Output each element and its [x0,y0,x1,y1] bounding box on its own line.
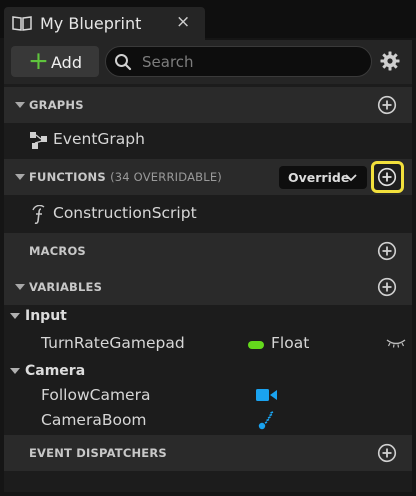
tab-my-blueprint[interactable]: My Blueprint × [4,7,205,40]
tab-bar: My Blueprint × [0,0,416,40]
category-input[interactable]: Input [4,305,412,329]
variable-followcamera[interactable]: FollowCamera [4,383,412,408]
camera-component-icon [256,389,277,401]
section-functions[interactable]: FUNCTIONS (34 OVERRIDABLE) Override [4,159,412,195]
chevron-down-icon[interactable] [10,313,20,319]
add-variable-button[interactable] [377,277,397,297]
variable-type: Float [271,334,310,352]
section-title-text: FUNCTIONS [29,170,106,184]
chevron-down-icon [345,174,357,182]
add-button-label: Add [51,53,82,72]
section-title: EVENT DISPATCHERS [29,446,167,460]
chevron-down-icon[interactable] [15,102,25,108]
spring-arm-icon [258,411,274,430]
book-icon [12,16,32,31]
section-title: FUNCTIONS (34 OVERRIDABLE) [29,170,222,184]
add-function-button[interactable] [377,167,397,187]
function-item-label: ConstructionScript [53,204,197,222]
category-camera[interactable]: Camera [4,360,412,384]
toolbar: + Add [4,40,412,84]
section-event-dispatchers[interactable]: EVENT DISPATCHERS [4,435,412,471]
event-graph-icon [30,132,47,149]
category-label: Input [25,308,67,324]
override-dropdown[interactable]: Override [279,166,367,189]
override-label: Override [288,170,350,185]
variable-turnrategamepad[interactable]: TurnRateGamepad Float [4,331,412,356]
float-type-pill [248,341,264,349]
variable-name: FollowCamera [41,386,151,404]
chevron-down-icon[interactable] [15,174,25,180]
search-icon [115,54,132,71]
section-title: MACROS [29,244,86,258]
category-label: Camera [25,363,86,379]
search-input[interactable] [140,51,364,73]
overridable-count: (34 OVERRIDABLE) [110,170,222,184]
section-variables[interactable]: VARIABLES [4,269,412,305]
chevron-down-icon[interactable] [15,284,25,290]
section-title: VARIABLES [29,280,103,294]
add-graph-button[interactable] [377,95,397,115]
section-title: GRAPHS [29,98,84,112]
section-graphs[interactable]: GRAPHS [4,87,412,123]
add-macro-button[interactable] [377,241,397,261]
close-icon[interactable]: × [176,12,190,32]
graph-item-label: EventGraph [53,130,145,148]
chevron-down-icon[interactable] [10,368,20,374]
plus-icon: + [28,46,49,75]
my-blueprint-panel: + Add GRA [4,40,412,492]
function-item-constructionscript[interactable]: ConstructionScript [4,197,412,233]
section-macros[interactable]: MACROS [4,233,412,269]
variable-cameraboom[interactable]: CameraBoom [4,408,412,433]
tab-title: My Blueprint [40,14,142,33]
search-box[interactable] [105,46,372,77]
add-event-dispatcher-button[interactable] [377,443,397,463]
variable-name: TurnRateGamepad [41,334,185,352]
variable-name: CameraBoom [41,411,147,429]
add-button[interactable]: + Add [11,46,99,77]
gear-icon[interactable] [380,51,400,71]
eye-closed-icon[interactable] [386,338,406,348]
graph-item-eventgraph[interactable]: EventGraph [4,123,412,159]
function-icon [32,205,45,225]
